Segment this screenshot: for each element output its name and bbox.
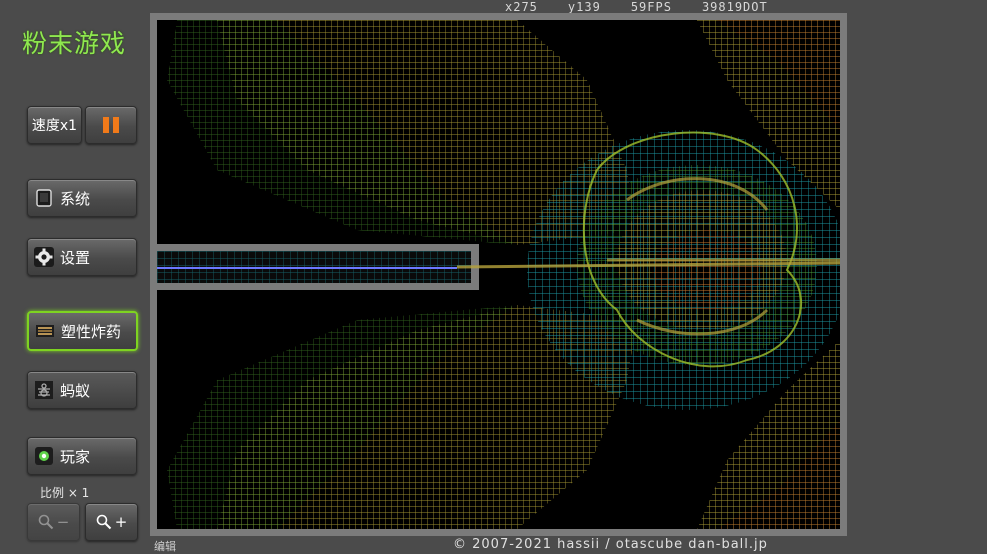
- speed-button[interactable]: 速度x1: [27, 106, 82, 144]
- magnifier-plus-icon: [96, 514, 111, 530]
- edit-label[interactable]: 编辑: [154, 538, 176, 554]
- ant-icon: [34, 380, 54, 400]
- zoom-out-button[interactable]: −: [27, 503, 80, 541]
- ant-label: 蚂蚁: [60, 381, 91, 400]
- zoom-in-label: +: [114, 513, 128, 531]
- playfield-canvas[interactable]: [157, 20, 840, 529]
- status-bar: x275 y139 59FPS 39819DOT: [505, 0, 768, 14]
- cursor-x: x275: [505, 0, 538, 14]
- gear-icon: [34, 247, 54, 267]
- plastic-explosive-label: 塑性炸药: [61, 322, 122, 341]
- dot-count: 39819DOT: [701, 0, 768, 14]
- system-button[interactable]: 系统: [27, 179, 137, 217]
- speed-label: 速度x1: [31, 118, 78, 134]
- cursor-y: y139: [567, 0, 601, 14]
- player-icon: [34, 446, 54, 466]
- settings-label: 设置: [60, 248, 91, 267]
- app-title: 粉末游戏: [22, 29, 127, 58]
- tablet-icon: [34, 188, 54, 208]
- player-button[interactable]: 玩家: [27, 437, 137, 475]
- plastic-explosive-button[interactable]: 塑性炸药: [27, 311, 138, 351]
- ant-button[interactable]: 蚂蚁: [27, 371, 137, 409]
- zoom-in-button[interactable]: +: [85, 503, 138, 541]
- pause-icon: [103, 117, 119, 133]
- magnifier-minus-icon: [38, 514, 53, 530]
- player-label: 玩家: [60, 447, 91, 466]
- scale-label: 比例 × 1: [40, 486, 90, 500]
- zoom-out-label: −: [56, 513, 70, 531]
- system-label: 系统: [60, 189, 91, 208]
- fps-readout: 59FPS: [630, 0, 672, 14]
- blast-hot-core: [652, 230, 762, 310]
- copyright-text: © 2007-2021 hassii / otascube dan-ball.j…: [453, 537, 768, 552]
- explosive-icon: [35, 321, 55, 341]
- pause-button[interactable]: [85, 106, 137, 144]
- settings-button[interactable]: 设置: [27, 238, 137, 276]
